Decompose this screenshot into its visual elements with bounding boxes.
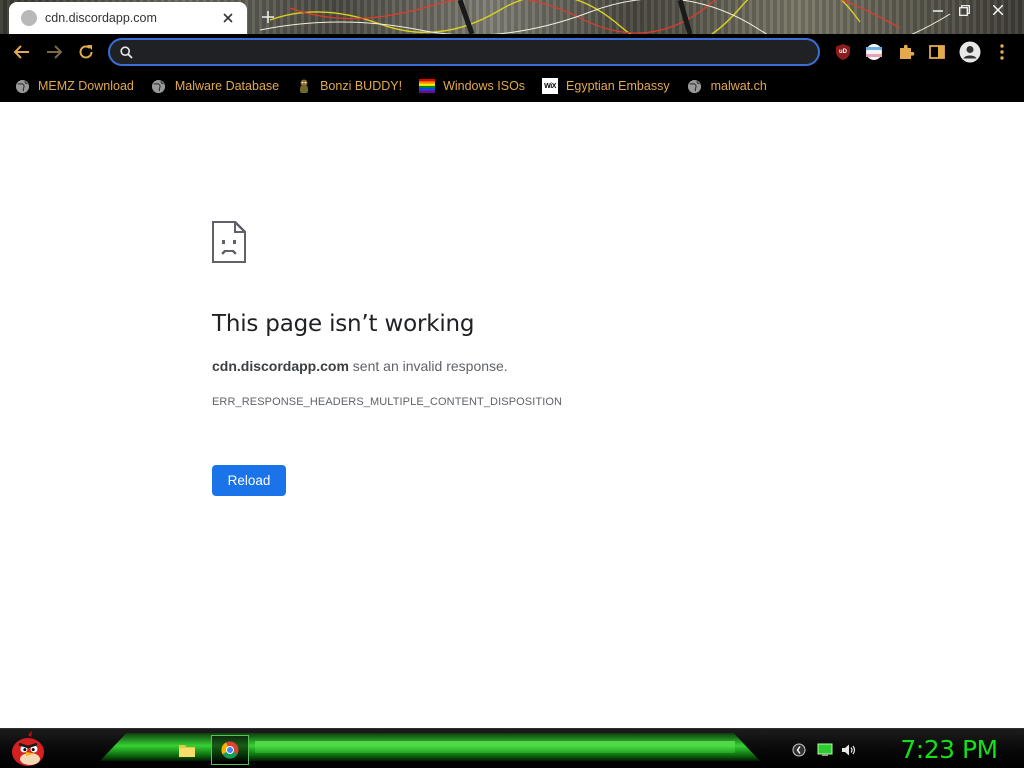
bookmark-memz-download[interactable]: MEMZ Download <box>14 74 134 98</box>
globe-icon <box>14 78 30 94</box>
forward-button[interactable] <box>40 38 68 66</box>
address-bar[interactable] <box>108 38 820 66</box>
ublock-label: uD <box>839 49 847 55</box>
globe-icon <box>151 78 167 94</box>
bookmark-windows-isos[interactable]: Windows ISOs <box>419 74 525 98</box>
search-icon <box>120 45 133 59</box>
error-page: This page isn’t working cdn.discordapp.c… <box>0 102 1024 728</box>
taskbar-explorer-button[interactable] <box>168 735 206 765</box>
bookmark-bonzi-buddy[interactable]: Bonzi BUDDY! <box>296 74 402 98</box>
bookmark-malware-database[interactable]: Malware Database <box>151 74 279 98</box>
taskbar-clock[interactable]: 7:23 PM <box>884 733 1014 765</box>
chrome-icon <box>221 741 239 759</box>
browser-toolbar: uD <box>0 34 1024 70</box>
tab-close-icon[interactable] <box>219 9 237 27</box>
tray-network-icon[interactable] <box>816 741 834 759</box>
restore-button[interactable] <box>948 0 980 20</box>
folder-icon <box>179 745 195 757</box>
address-input[interactable] <box>141 44 818 60</box>
bookmark-egyptian-embassy[interactable]: WiX Egyptian Embassy <box>542 74 670 98</box>
bookmarks-bar: MEMZ Download Malware Database Bonzi BUD… <box>0 70 1024 102</box>
tab-favicon-icon <box>21 10 37 26</box>
error-description: cdn.discordapp.com sent an invalid respo… <box>212 358 508 374</box>
wix-icon: WiX <box>542 78 559 94</box>
bookmark-label: Bonzi BUDDY! <box>320 79 403 93</box>
taskbar-chrome-button[interactable] <box>211 735 249 765</box>
taskbar: 7:23 PM <box>0 728 1024 768</box>
sad-page-icon <box>212 221 246 263</box>
bookmark-label: malwat.ch <box>710 79 767 93</box>
side-panel-icon[interactable] <box>927 42 947 62</box>
flag-extension-icon[interactable] <box>864 42 884 62</box>
profile-avatar-icon[interactable] <box>958 40 982 64</box>
tray-action-center-icon[interactable] <box>790 741 808 759</box>
bookmark-label: Windows ISOs <box>443 79 526 93</box>
error-title: This page isn’t working <box>212 311 475 337</box>
back-button[interactable] <box>8 38 36 66</box>
new-tab-button[interactable] <box>256 6 280 28</box>
wallpaper-scribble <box>260 0 951 34</box>
tab-title: cdn.discordapp.com <box>45 11 157 25</box>
close-window-button[interactable] <box>982 0 1014 20</box>
error-code: ERR_RESPONSE_HEADERS_MULTIPLE_CONTENT_DI… <box>212 396 563 408</box>
browser-tab[interactable]: cdn.discordapp.com <box>9 2 247 34</box>
title-bar: cdn.discordapp.com <box>0 0 1024 34</box>
bookmark-label: MEMZ Download <box>38 79 134 93</box>
bonzi-icon <box>296 78 312 94</box>
wix-icon-text: WiX <box>544 82 557 90</box>
bookmark-label: Malware Database <box>174 79 280 93</box>
taskbar-glow-highlight <box>255 741 735 753</box>
bookmark-label: Egyptian Embassy <box>566 79 670 93</box>
ublock-extension-icon[interactable]: uD <box>833 42 853 62</box>
globe-icon <box>687 78 703 94</box>
reload-toolbar-button[interactable] <box>72 38 100 66</box>
reload-button[interactable]: Reload <box>212 465 286 496</box>
error-host: cdn.discordapp.com <box>212 358 349 374</box>
start-button[interactable] <box>8 729 48 768</box>
menu-kebab-icon[interactable] <box>992 42 1012 62</box>
error-message: sent an invalid response. <box>348 358 508 374</box>
extensions-puzzle-icon[interactable] <box>896 42 916 62</box>
angry-bird-icon <box>12 731 44 766</box>
bookmark-malwatch[interactable]: malwat.ch <box>687 74 767 98</box>
rainbow-flag-icon <box>419 78 436 94</box>
tray-volume-icon[interactable] <box>840 741 858 759</box>
